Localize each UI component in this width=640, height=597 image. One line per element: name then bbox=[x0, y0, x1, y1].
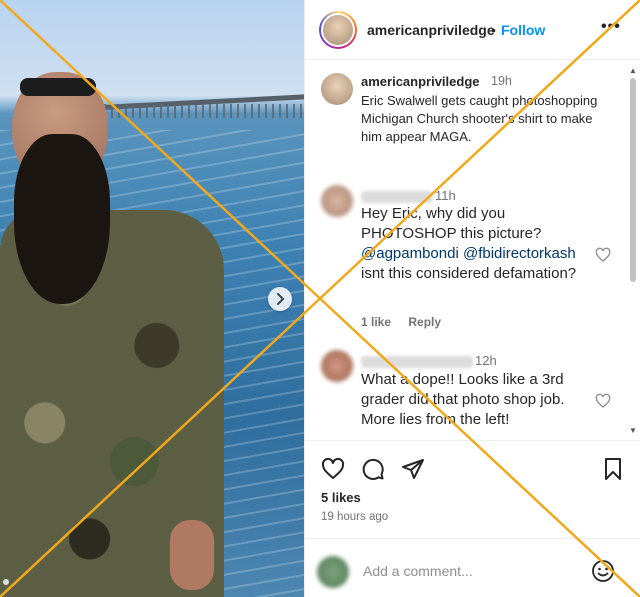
post-timestamp: 19 hours ago bbox=[321, 511, 389, 523]
header-separator: • bbox=[491, 22, 496, 38]
author-username[interactable]: americanpriviledge bbox=[367, 22, 495, 38]
mention-link[interactable]: @fbidirectorkash bbox=[463, 245, 576, 262]
comments-list: americanpriviledge 19h Eric Swalwell get… bbox=[305, 61, 640, 439]
mention-link[interactable]: @agpambondi bbox=[361, 245, 459, 262]
blurred-username[interactable] bbox=[361, 191, 433, 203]
paper-plane-icon[interactable] bbox=[401, 457, 425, 481]
caption-avatar[interactable] bbox=[321, 73, 353, 105]
post-header: americanpriviledge • Follow ••• bbox=[305, 0, 640, 60]
heart-icon[interactable] bbox=[321, 457, 345, 481]
sunglasses bbox=[20, 78, 96, 96]
likes-count[interactable]: 5 likes bbox=[321, 490, 361, 505]
scroll-down-arrow-icon[interactable]: ▼ bbox=[629, 426, 637, 435]
follow-button[interactable]: Follow bbox=[501, 22, 545, 38]
comment-heart-icon[interactable] bbox=[595, 247, 611, 263]
comment-heart-icon[interactable] bbox=[595, 393, 611, 409]
add-comment-bar bbox=[305, 538, 640, 597]
comments-scrollbar[interactable]: ▲ ▼ bbox=[627, 62, 639, 438]
action-bar bbox=[305, 440, 640, 492]
next-image-button[interactable] bbox=[268, 287, 292, 311]
comment-time: 11h bbox=[435, 188, 456, 203]
add-comment-input[interactable] bbox=[363, 561, 583, 581]
comment-likes[interactable]: 1 like bbox=[361, 315, 391, 329]
post-image bbox=[0, 0, 304, 597]
bookmark-icon[interactable] bbox=[601, 457, 625, 481]
comment-time: 12h bbox=[475, 353, 497, 368]
reply-button[interactable]: Reply bbox=[408, 315, 441, 329]
author-avatar[interactable] bbox=[319, 11, 357, 49]
caption-time: 19h bbox=[491, 74, 512, 88]
smiley-icon[interactable] bbox=[591, 559, 615, 583]
scroll-up-arrow-icon[interactable]: ▲ bbox=[629, 66, 637, 75]
blurred-username[interactable] bbox=[361, 356, 473, 368]
caption-text: Eric Swalwell gets caught photoshopping … bbox=[361, 93, 598, 144]
chevron-right-icon bbox=[277, 293, 285, 305]
post-side-panel: americanpriviledge • Follow ••• american… bbox=[304, 0, 640, 597]
comment-text: What a dope!! Looks like a 3rd grader di… bbox=[361, 371, 565, 428]
photo-person bbox=[0, 60, 230, 597]
comment-avatar[interactable] bbox=[321, 350, 353, 382]
comment-text: Hey Eric, why did you PHOTOSHOP this pic… bbox=[361, 205, 577, 282]
viewer-avatar bbox=[317, 556, 349, 588]
caption-username[interactable]: americanpriviledge bbox=[361, 74, 480, 89]
comment-avatar[interactable] bbox=[321, 185, 353, 217]
comment-icon[interactable] bbox=[361, 457, 385, 481]
more-options-icon[interactable]: ••• bbox=[601, 18, 621, 38]
comment-meta: 1 like Reply bbox=[361, 315, 455, 329]
carousel-dot bbox=[3, 579, 9, 585]
scroll-thumb[interactable] bbox=[630, 78, 636, 282]
